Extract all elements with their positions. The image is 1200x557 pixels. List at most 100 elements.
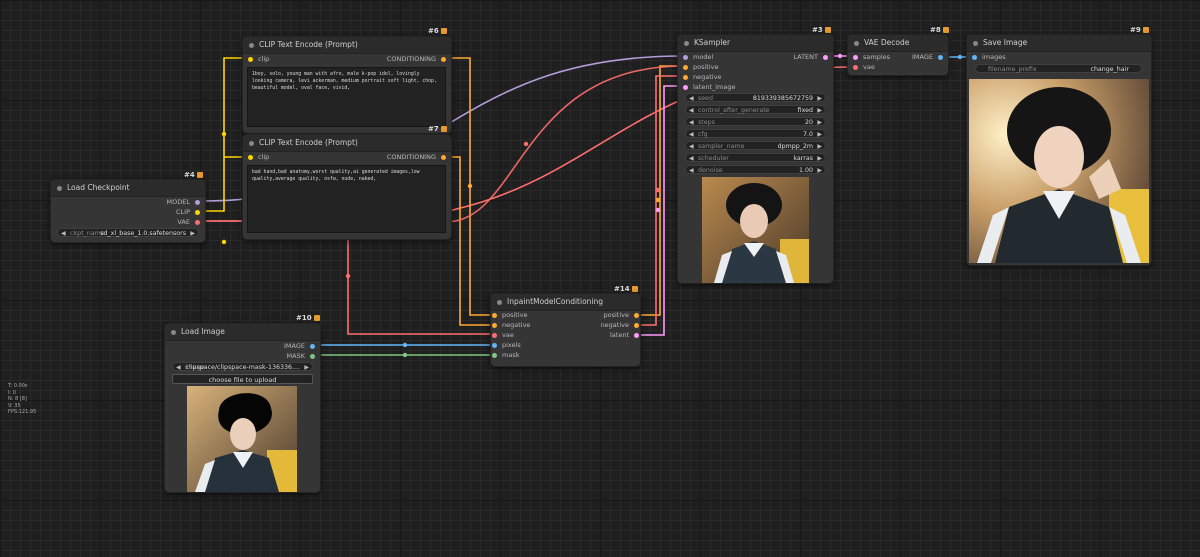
input-slot-dot[interactable] bbox=[683, 85, 688, 90]
input-positive[interactable]: positive bbox=[682, 63, 719, 72]
input-positive[interactable]: positive bbox=[491, 311, 528, 320]
input-slot-dot[interactable] bbox=[248, 155, 253, 160]
sampler-name-widget[interactable]: ◀ sampler_name dpmpp_2m ▶ bbox=[685, 141, 826, 150]
arrow-right-icon[interactable]: ▶ bbox=[817, 94, 822, 103]
output-slot-dot[interactable] bbox=[441, 155, 446, 160]
output-conditioning[interactable]: CONDITIONING bbox=[387, 153, 447, 162]
arrow-left-icon[interactable]: ◀ bbox=[176, 363, 181, 372]
input-slot-dot[interactable] bbox=[248, 57, 253, 62]
output-slot-dot[interactable] bbox=[634, 333, 639, 338]
output-vae[interactable]: VAE bbox=[177, 218, 201, 227]
input-samples[interactable]: samples bbox=[852, 53, 890, 62]
link-neg-cond bbox=[445, 65, 684, 223]
node-title[interactable]: VAE Decode bbox=[848, 35, 948, 52]
input-slot-dot[interactable] bbox=[492, 333, 497, 338]
output-latent[interactable]: LATENT bbox=[793, 53, 829, 62]
output-slot-dot[interactable] bbox=[938, 55, 943, 60]
seed-widget[interactable]: ◀ seed 819339385672759 ▶ bbox=[685, 93, 826, 102]
input-images[interactable]: images bbox=[971, 53, 1006, 62]
arrow-right-icon[interactable]: ▶ bbox=[817, 106, 822, 115]
scheduler-widget[interactable]: ◀ scheduler karras ▶ bbox=[685, 153, 826, 162]
output-positive[interactable]: positive bbox=[604, 311, 641, 320]
arrow-right-icon[interactable]: ▶ bbox=[304, 363, 309, 372]
arrow-left-icon[interactable]: ◀ bbox=[689, 106, 694, 115]
arrow-left-icon[interactable]: ◀ bbox=[689, 94, 694, 103]
load-image-node[interactable]: Load Image IMAGE MASK ◀ image clipspace/… bbox=[164, 323, 321, 493]
input-slot-dot[interactable] bbox=[492, 343, 497, 348]
output-latent[interactable]: latent bbox=[610, 331, 640, 340]
save-image-node[interactable]: Save Image images filename_prefix change_… bbox=[966, 34, 1152, 266]
arrow-left-icon[interactable]: ◀ bbox=[689, 154, 694, 163]
output-slot-dot[interactable] bbox=[195, 200, 200, 205]
output-slot-dot[interactable] bbox=[195, 220, 200, 225]
output-slot-dot[interactable] bbox=[441, 57, 446, 62]
input-slot-dot[interactable] bbox=[492, 353, 497, 358]
input-model[interactable]: model bbox=[682, 53, 713, 62]
input-latent-image[interactable]: latent_image bbox=[682, 83, 736, 92]
output-slot-dot[interactable] bbox=[310, 344, 315, 349]
cfg-widget[interactable]: ◀ cfg 7.0 ▶ bbox=[685, 129, 826, 138]
arrow-left-icon[interactable]: ◀ bbox=[689, 118, 694, 127]
input-pixels[interactable]: pixels bbox=[491, 341, 521, 350]
output-slot-dot[interactable] bbox=[310, 354, 315, 359]
filename-prefix-widget[interactable]: filename_prefix change_hair bbox=[975, 64, 1142, 73]
arrow-left-icon[interactable]: ◀ bbox=[689, 130, 694, 139]
input-slot-dot[interactable] bbox=[853, 55, 858, 60]
input-slot-dot[interactable] bbox=[492, 323, 497, 328]
arrow-left-icon[interactable]: ◀ bbox=[689, 142, 694, 151]
node-title[interactable]: CLIP Text Encode (Prompt) bbox=[243, 135, 451, 152]
clip-text-encode-negative-node[interactable]: CLIP Text Encode (Prompt) clip CONDITION… bbox=[242, 134, 452, 240]
input-slot-dot[interactable] bbox=[683, 75, 688, 80]
input-vae[interactable]: vae bbox=[852, 63, 875, 72]
output-image[interactable]: IMAGE bbox=[284, 342, 316, 351]
output-model[interactable]: MODEL bbox=[167, 198, 201, 207]
arrow-right-icon[interactable]: ▶ bbox=[817, 166, 822, 175]
input-vae[interactable]: vae bbox=[491, 331, 514, 340]
output-image[interactable]: IMAGE bbox=[912, 53, 944, 62]
arrow-left-icon[interactable]: ◀ bbox=[689, 166, 694, 175]
output-slot-dot[interactable] bbox=[634, 313, 639, 318]
node-title[interactable]: CLIP Text Encode (Prompt) bbox=[243, 37, 451, 54]
steps-widget[interactable]: ◀ steps 20 ▶ bbox=[685, 117, 826, 126]
input-negative[interactable]: negative bbox=[491, 321, 530, 330]
input-slot-dot[interactable] bbox=[972, 55, 977, 60]
upload-button[interactable]: choose file to upload bbox=[172, 374, 313, 384]
load-checkpoint-node[interactable]: Load Checkpoint MODEL CLIP VAE ◀ ckpt_na… bbox=[50, 179, 206, 243]
clip-text-encode-positive-node[interactable]: CLIP Text Encode (Prompt) clip CONDITION… bbox=[242, 36, 452, 134]
inpaint-model-conditioning-node[interactable]: InpaintModelConditioning positive negati… bbox=[490, 293, 641, 367]
output-slot-dot[interactable] bbox=[823, 55, 828, 60]
denoise-widget[interactable]: ◀ denoise 1.00 ▶ bbox=[685, 165, 826, 174]
input-clip[interactable]: clip bbox=[247, 153, 269, 162]
node-title[interactable]: InpaintModelConditioning bbox=[491, 294, 640, 311]
arrow-left-icon[interactable]: ◀ bbox=[61, 229, 66, 238]
output-slot-dot[interactable] bbox=[195, 210, 200, 215]
input-slot-dot[interactable] bbox=[683, 65, 688, 70]
prompt-textarea[interactable]: bad hand,bad anatomy,worst quality,ai ge… bbox=[247, 165, 446, 233]
output-conditioning[interactable]: CONDITIONING bbox=[387, 55, 447, 64]
node-title[interactable]: Save Image bbox=[967, 35, 1151, 52]
output-clip[interactable]: CLIP bbox=[176, 208, 201, 217]
prompt-textarea[interactable]: 1boy, solo, young man with afro, male k-… bbox=[247, 67, 446, 127]
arrow-right-icon[interactable]: ▶ bbox=[817, 142, 822, 151]
ksampler-node[interactable]: KSampler model positive negative latent_… bbox=[677, 34, 834, 284]
ckpt-name-combo[interactable]: ◀ ckpt_name sd_xl_base_1.0.safetensors ▶ bbox=[57, 228, 199, 237]
input-clip[interactable]: clip bbox=[247, 55, 269, 64]
arrow-right-icon[interactable]: ▶ bbox=[190, 229, 195, 238]
node-title[interactable]: Load Image bbox=[165, 324, 320, 341]
node-title[interactable]: KSampler bbox=[678, 35, 833, 52]
arrow-right-icon[interactable]: ▶ bbox=[817, 154, 822, 163]
vae-decode-node[interactable]: VAE Decode samples vae IMAGE bbox=[847, 34, 949, 76]
control-after-generate-widget[interactable]: ◀ control_after_generate fixed ▶ bbox=[685, 105, 826, 114]
output-slot-dot[interactable] bbox=[634, 323, 639, 328]
output-negative[interactable]: negative bbox=[601, 321, 640, 330]
input-mask[interactable]: mask bbox=[491, 351, 519, 360]
arrow-right-icon[interactable]: ▶ bbox=[817, 118, 822, 127]
output-mask[interactable]: MASK bbox=[287, 352, 316, 361]
input-slot-dot[interactable] bbox=[492, 313, 497, 318]
input-slot-dot[interactable] bbox=[853, 65, 858, 70]
image-combo[interactable]: ◀ image clipspace/clipspace-mask-136336.… bbox=[172, 362, 313, 371]
node-title[interactable]: Load Checkpoint bbox=[51, 180, 205, 197]
arrow-right-icon[interactable]: ▶ bbox=[817, 130, 822, 139]
input-negative[interactable]: negative bbox=[682, 73, 721, 82]
input-slot-dot[interactable] bbox=[683, 55, 688, 60]
